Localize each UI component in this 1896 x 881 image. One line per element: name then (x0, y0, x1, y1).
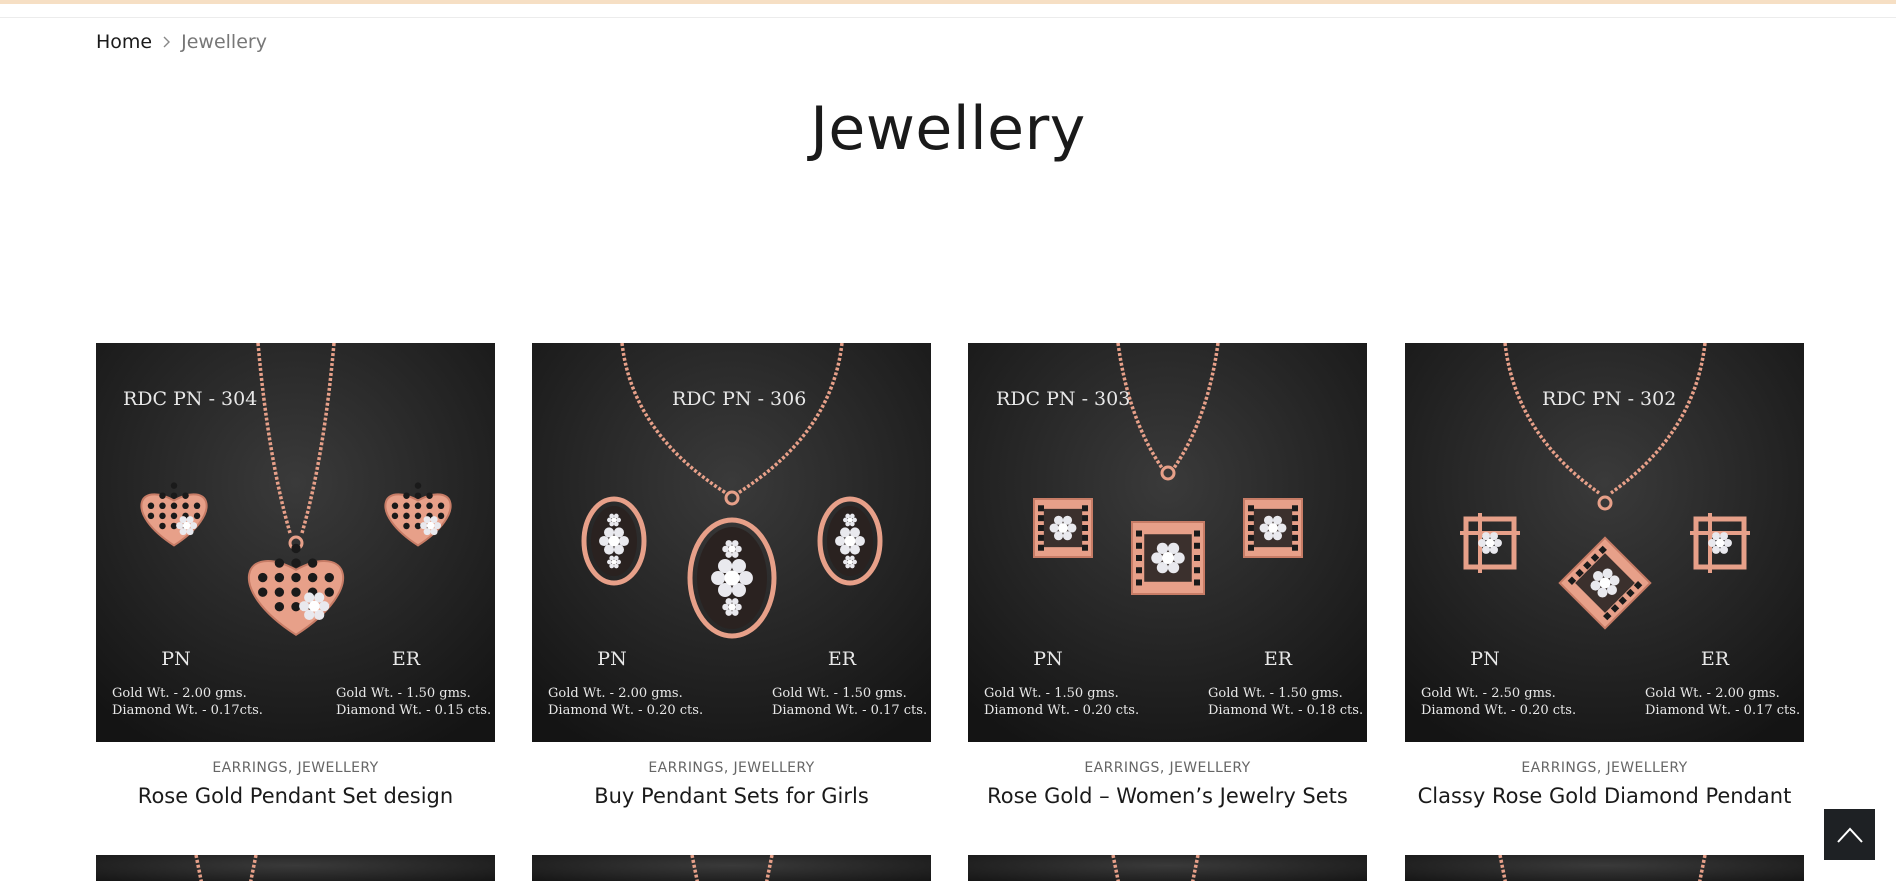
product-card-partial (1405, 855, 1804, 881)
breadcrumb-current: Jewellery (181, 31, 267, 53)
product-card-partial (532, 855, 931, 881)
product-title-link[interactable]: Rose Gold Pendant Set design (96, 784, 495, 808)
breadcrumb-home-link[interactable]: Home (96, 31, 152, 53)
back-to-top-button[interactable] (1824, 809, 1875, 860)
category-link-earrings[interactable]: EARRINGS (1521, 760, 1596, 776)
svg-text:RDC PN - 303: RDC PN - 303 (996, 388, 1130, 410)
breadcrumb: Home Jewellery (96, 28, 267, 56)
product-image: RDC PN - 303 PN ER Gold Wt. - 1.50 gms. Diam… (968, 343, 1367, 742)
product-card: RDC PN - 303 PN ER Gold Wt. - 1.50 gms. Diam… (968, 343, 1367, 808)
svg-text:Diamond Wt. - 0.15 cts.: Diamond Wt. - 0.15 cts. (336, 703, 491, 718)
product-categories: EARRINGS, JEWELLERY (96, 760, 495, 776)
svg-text:Gold Wt. - 2.00 gms.: Gold Wt. - 2.00 gms. (1645, 686, 1780, 701)
product-image (96, 855, 495, 881)
svg-text:RDC PN - 304: RDC PN - 304 (123, 388, 257, 410)
svg-text:Gold Wt. - 2.50 gms.: Gold Wt. - 2.50 gms. (1421, 686, 1556, 701)
svg-text:RDC PN - 306: RDC PN - 306 (672, 388, 806, 410)
svg-text:ER: ER (392, 648, 421, 670)
svg-text:ER: ER (1264, 648, 1293, 670)
product-categories: EARRINGS, JEWELLERY (532, 760, 931, 776)
product-card: RDC PN - 304 PN ER Gold Wt. - 2.00 gms. Diam… (96, 343, 495, 808)
svg-text:Gold Wt. - 1.50 gms.: Gold Wt. - 1.50 gms. (336, 686, 471, 701)
category-link-jewellery[interactable]: JEWELLERY (734, 760, 815, 776)
svg-text:PN: PN (597, 648, 626, 670)
announcement-bar (0, 0, 1896, 4)
svg-text:Gold Wt. - 1.50 gms.: Gold Wt. - 1.50 gms. (984, 686, 1119, 701)
svg-text:Gold Wt. - 2.00 gms.: Gold Wt. - 2.00 gms. (112, 686, 247, 701)
category-link-jewellery[interactable]: JEWELLERY (1607, 760, 1688, 776)
category-separator: , (723, 760, 734, 776)
svg-text:Diamond Wt. - 0.20 cts.: Diamond Wt. - 0.20 cts. (1421, 703, 1576, 718)
svg-text:Gold Wt. - 1.50 gms.: Gold Wt. - 1.50 gms. (1208, 686, 1343, 701)
product-image-link[interactable]: RDC PN - 303 PN ER Gold Wt. - 1.50 gms. Diam… (968, 343, 1367, 742)
product-image (968, 855, 1367, 881)
category-link-earrings[interactable]: EARRINGS (212, 760, 287, 776)
product-image-link[interactable]: RDC PN - 302 PN ER Gold Wt. - 2.50 gms. Diam… (1405, 343, 1804, 742)
product-image (532, 855, 931, 881)
chevron-right-icon (162, 35, 171, 49)
svg-text:Gold Wt. - 1.50 gms.: Gold Wt. - 1.50 gms. (772, 686, 907, 701)
svg-text:RDC PN - 302: RDC PN - 302 (1542, 388, 1676, 410)
product-image: RDC PN - 306 PN ER Gold Wt. - 2.00 gms. Diam… (532, 343, 931, 742)
category-link-earrings[interactable]: EARRINGS (1084, 760, 1159, 776)
product-image: RDC PN - 302 PN ER Gold Wt. - 2.50 gms. Diam… (1405, 343, 1804, 742)
product-title-link[interactable]: Buy Pendant Sets for Girls (532, 784, 931, 808)
product-card: RDC PN - 306 PN ER Gold Wt. - 2.00 gms. Diam… (532, 343, 931, 808)
product-image-link[interactable] (1405, 855, 1804, 881)
svg-text:ER: ER (1701, 648, 1730, 670)
svg-text:Diamond Wt. - 0.20 cts.: Diamond Wt. - 0.20 cts. (984, 703, 1139, 718)
category-separator: , (1159, 760, 1170, 776)
category-link-jewellery[interactable]: JEWELLERY (1170, 760, 1251, 776)
product-image-link[interactable]: RDC PN - 306 PN ER Gold Wt. - 2.00 gms. Diam… (532, 343, 931, 742)
svg-text:Diamond Wt. - 0.17 cts.: Diamond Wt. - 0.17 cts. (1645, 703, 1800, 718)
product-image-link[interactable] (532, 855, 931, 881)
svg-text:PN: PN (161, 648, 190, 670)
chevron-up-icon (1836, 827, 1863, 843)
product-image (1405, 855, 1804, 881)
product-categories: EARRINGS, JEWELLERY (1405, 760, 1804, 776)
product-image-link[interactable]: RDC PN - 304 PN ER Gold Wt. - 2.00 gms. Diam… (96, 343, 495, 742)
svg-text:PN: PN (1470, 648, 1499, 670)
product-image-link[interactable] (96, 855, 495, 881)
product-title-link[interactable]: Rose Gold – Women’s Jewelry Sets (968, 784, 1367, 808)
page-title: Jewellery (810, 94, 1086, 164)
category-link-earrings[interactable]: EARRINGS (648, 760, 723, 776)
svg-text:Gold Wt. - 2.00 gms.: Gold Wt. - 2.00 gms. (548, 686, 683, 701)
svg-text:Diamond Wt. - 0.20 cts.: Diamond Wt. - 0.20 cts. (548, 703, 703, 718)
category-link-jewellery[interactable]: JEWELLERY (298, 760, 379, 776)
svg-text:Diamond Wt. - 0.17 cts.: Diamond Wt. - 0.17 cts. (772, 703, 927, 718)
product-card-partial (968, 855, 1367, 881)
category-separator: , (287, 760, 298, 776)
product-image: RDC PN - 304 PN ER Gold Wt. - 2.00 gms. Diam… (96, 343, 495, 742)
svg-text:Diamond Wt. - 0.17cts.: Diamond Wt. - 0.17cts. (112, 703, 263, 718)
product-title-link[interactable]: Classy Rose Gold Diamond Pendant (1405, 784, 1804, 808)
svg-text:ER: ER (828, 648, 857, 670)
category-separator: , (1596, 760, 1607, 776)
product-card: RDC PN - 302 PN ER Gold Wt. - 2.50 gms. Diam… (1405, 343, 1804, 808)
product-card-partial (96, 855, 495, 881)
product-image-link[interactable] (968, 855, 1367, 881)
product-categories: EARRINGS, JEWELLERY (968, 760, 1367, 776)
header-divider (0, 17, 1896, 18)
svg-text:Diamond Wt. - 0.18 cts.: Diamond Wt. - 0.18 cts. (1208, 703, 1363, 718)
svg-text:PN: PN (1033, 648, 1062, 670)
